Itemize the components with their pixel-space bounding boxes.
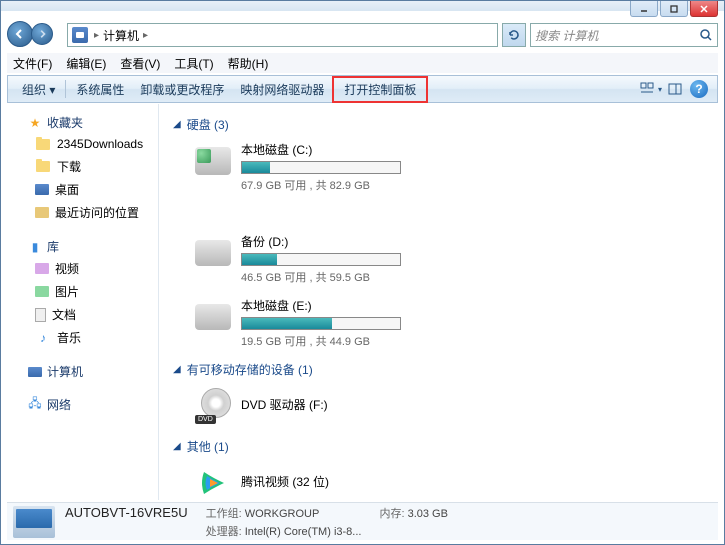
capacity-bar [241,317,401,330]
address-bar[interactable]: ▸ 计算机 ▸ [67,23,498,47]
help-button[interactable]: ? [687,78,711,100]
sidebar-item-videos[interactable]: 视频 [7,257,158,280]
sidebar-item-recent[interactable]: 最近访问的位置 [7,201,158,224]
computer-name: AUTOBVT-16VRE5U [65,505,188,521]
breadcrumb[interactable]: ▸ 计算机 ▸ [94,27,148,44]
sidebar-item-pictures[interactable]: 图片 [7,280,158,303]
dvd-icon: DVD [195,388,231,424]
menu-bar: 文件(F) 编辑(E) 查看(V) 工具(T) 帮助(H) [7,53,718,73]
collapse-icon: ◢ [173,441,181,452]
capacity-bar [241,161,401,174]
menu-edit[interactable]: 编辑(E) [60,53,112,74]
breadcrumb-item[interactable]: 计算机 [103,27,139,44]
tencent-video-item[interactable]: 腾讯视频 (32 位) [193,463,433,500]
map-network-drive-button[interactable]: 映射网络驱动器 [232,77,332,102]
command-bar: 组织 ▾ 系统属性 卸载或更改程序 映射网络驱动器 打开控制面板 ▾ ? [7,75,718,103]
computer-icon [72,27,88,43]
menu-tools[interactable]: 工具(T) [168,53,219,74]
separator [65,80,66,98]
section-hard-disks[interactable]: ◢硬盘 (3) [173,116,704,133]
folder-icon [36,161,50,172]
menu-file[interactable]: 文件(F) [7,53,58,74]
star-icon: ★ [27,115,43,131]
search-placeholder: 搜索 计算机 [535,27,598,44]
uninstall-programs-button[interactable]: 卸载或更改程序 [132,77,232,102]
chevron-right-icon: ▸ [94,30,99,41]
sidebar-libraries-header[interactable]: ▮ 库 [7,236,158,257]
music-icon: ♪ [35,330,51,346]
library-icon: ▮ [27,239,43,255]
sidebar-item-2345downloads[interactable]: 2345Downloads [7,133,158,155]
back-button[interactable] [7,21,33,47]
drive-icon [195,240,231,266]
forward-button[interactable] [31,23,53,45]
sidebar-item-music[interactable]: ♪音乐 [7,326,158,349]
folder-icon [36,139,50,150]
tencent-video-icon [196,466,230,500]
details-pane: AUTOBVT-16VRE5U 工作组: WORKGROUP 内存: 3.03 … [7,502,718,540]
help-icon: ? [690,80,708,98]
content-pane: ◢硬盘 (3) 本地磁盘 (C:) 67.9 GB 可用 , 共 82.9 GB… [159,104,718,500]
network-icon: 🖧 [27,397,43,413]
collapse-icon: ◢ [173,364,181,375]
desktop-icon [35,184,49,195]
search-icon [699,28,713,42]
picture-icon [35,286,49,297]
menu-help[interactable]: 帮助(H) [222,53,275,74]
drive-e[interactable]: 本地磁盘 (E:) 19.5 GB 可用 , 共 44.9 GB [193,297,433,349]
video-icon [35,263,49,274]
document-icon [35,308,46,322]
dvd-drive[interactable]: DVD DVD 驱动器 (F:) [193,386,433,426]
sidebar-computer-header[interactable]: 计算机 [7,361,158,382]
collapse-icon: ◢ [173,119,181,130]
recent-icon [35,207,49,218]
system-drive-icon [195,147,231,175]
section-other[interactable]: ◢其他 (1) [173,438,704,455]
refresh-button[interactable] [502,23,526,47]
preview-pane-button[interactable] [663,78,687,100]
view-options-button[interactable]: ▾ [639,78,663,100]
section-removable[interactable]: ◢有可移动存储的设备 (1) [173,361,704,378]
open-control-panel-button[interactable]: 打开控制面板 [332,76,428,103]
sidebar-item-documents[interactable]: 文档 [7,303,158,326]
navigation-pane: ★ 收藏夹 2345Downloads 下载 桌面 最近访问的位置 ▮ 库 视频… [7,104,159,500]
search-input[interactable]: 搜索 计算机 [530,23,718,47]
minimize-button[interactable] [630,1,658,17]
sidebar-favorites-header[interactable]: ★ 收藏夹 [7,112,158,133]
chevron-right-icon: ▸ [143,30,148,41]
computer-large-icon [13,506,55,538]
system-properties-button[interactable]: 系统属性 [68,77,132,102]
menu-view[interactable]: 查看(V) [114,53,166,74]
sidebar-item-downloads[interactable]: 下载 [7,155,158,178]
drive-icon [195,304,231,330]
sidebar-item-desktop[interactable]: 桌面 [7,178,158,201]
sidebar-network-header[interactable]: 🖧 网络 [7,394,158,415]
drive-c[interactable]: 本地磁盘 (C:) 67.9 GB 可用 , 共 82.9 GB [193,141,433,193]
computer-icon [28,367,42,377]
close-button[interactable] [690,1,718,17]
capacity-bar [241,253,401,266]
organize-button[interactable]: 组织 ▾ [14,77,63,102]
maximize-button[interactable] [660,1,688,17]
drive-d[interactable]: 备份 (D:) 46.5 GB 可用 , 共 59.5 GB [193,233,433,285]
